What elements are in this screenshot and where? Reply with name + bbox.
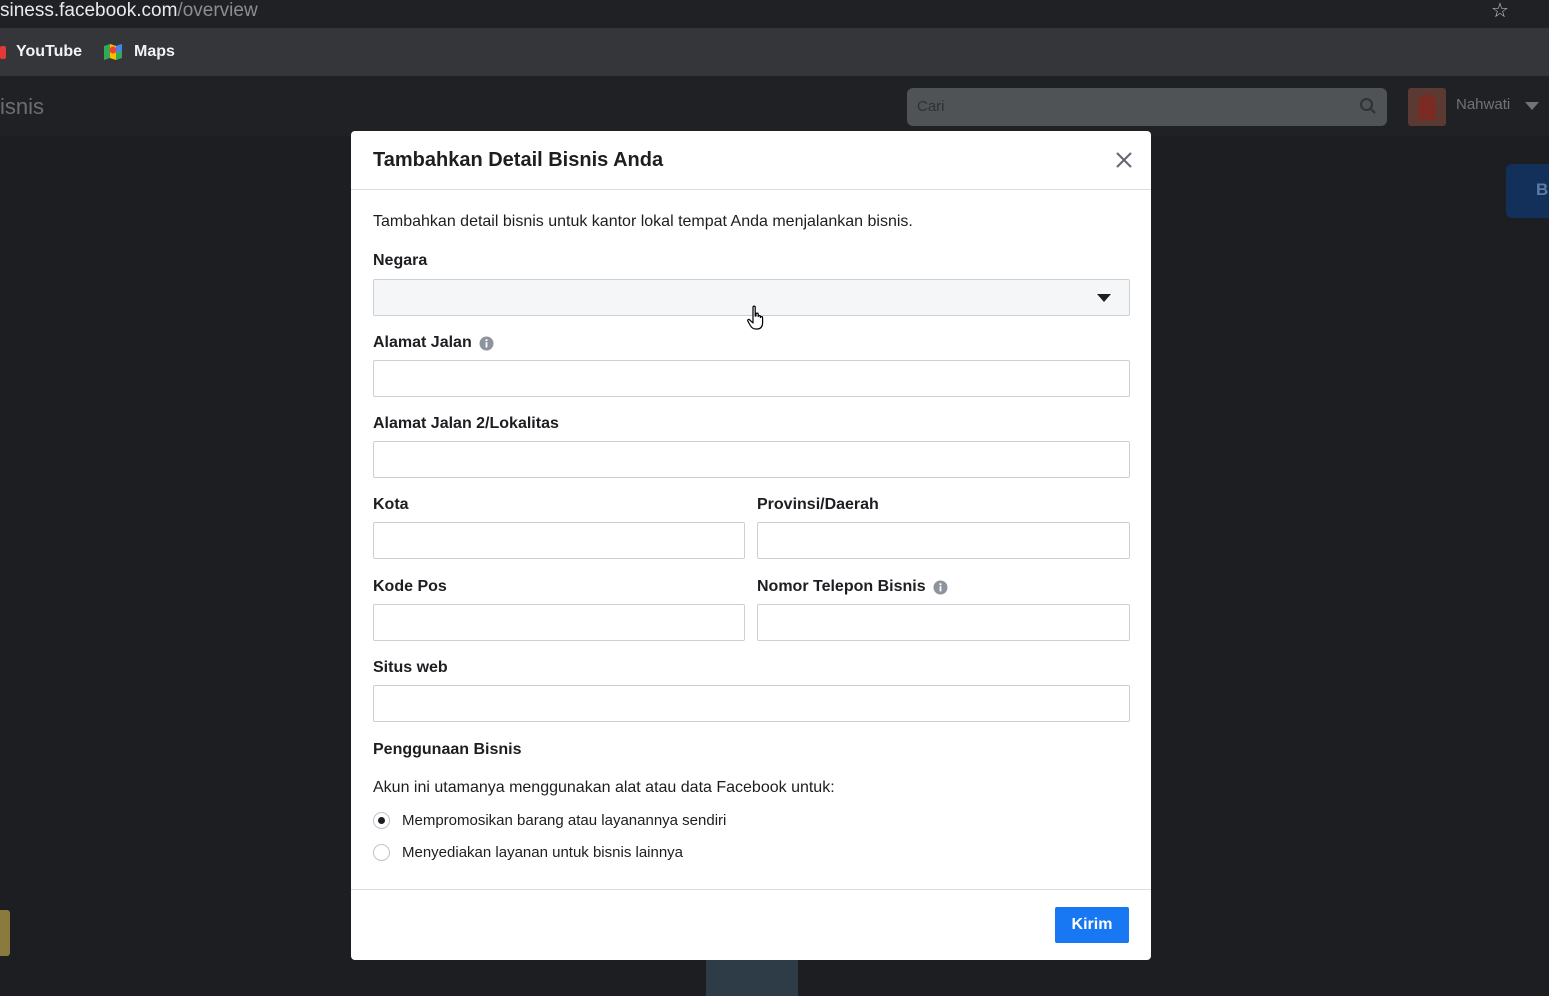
close-icon[interactable] xyxy=(1113,149,1135,171)
province-input[interactable] xyxy=(757,522,1130,559)
province-label: Provinsi/Daerah xyxy=(757,496,879,514)
radio-label: Mempromosikan barang atau layanannya sen… xyxy=(402,812,727,829)
usage-description: Akun ini utamanya menggunakan alat atau … xyxy=(373,779,835,796)
submit-button[interactable]: Kirim xyxy=(1055,907,1129,943)
street2-input[interactable] xyxy=(373,441,1130,478)
address-text[interactable]: siness.facebook.com/overview xyxy=(0,0,258,22)
usage-title: Penggunaan Bisnis xyxy=(373,741,521,759)
postal-label-text: Kode Pos xyxy=(373,578,447,595)
dialog-intro: Tambahkan detail bisnis untuk kantor lok… xyxy=(373,213,913,230)
dialog-header: Tambahkan Detail Bisnis Anda xyxy=(351,131,1151,190)
info-icon[interactable] xyxy=(933,580,948,595)
dialog-footer-divider xyxy=(351,889,1151,890)
postal-label: Kode Pos xyxy=(373,578,447,596)
radio-button-checked[interactable] xyxy=(373,812,390,829)
bookmark-youtube[interactable]: YouTube xyxy=(0,42,82,62)
search-placeholder: Cari xyxy=(917,98,945,115)
usage-option-own-products[interactable]: Mempromosikan barang atau layanannya sen… xyxy=(373,812,726,829)
chevron-down-icon[interactable] xyxy=(1525,102,1539,110)
street2-label: Alamat Jalan 2/Lokalitas xyxy=(373,415,559,433)
maps-icon xyxy=(103,43,123,61)
search-input[interactable]: Cari xyxy=(907,88,1387,126)
hand-cursor-icon xyxy=(747,305,764,330)
bookmark-star-icon[interactable]: ☆ xyxy=(1488,0,1512,22)
province-label-text: Provinsi/Daerah xyxy=(757,496,879,513)
avatar[interactable] xyxy=(1408,88,1446,126)
youtube-icon xyxy=(0,45,6,59)
url-host: siness.facebook.com xyxy=(0,0,178,21)
page-title: isnis xyxy=(0,94,45,119)
browser-url-bar[interactable]: siness.facebook.com/overview ☆ xyxy=(0,0,1549,28)
website-label: Situs web xyxy=(373,659,448,677)
background-action-button[interactable]: B xyxy=(1506,164,1549,218)
search-icon xyxy=(1360,98,1376,114)
website-label-text: Situs web xyxy=(373,659,448,676)
country-label-text: Negara xyxy=(373,252,428,269)
city-label: Kota xyxy=(373,496,409,514)
street-label-text: Alamat Jalan xyxy=(373,334,472,351)
country-label: Negara xyxy=(373,252,427,270)
street-input[interactable] xyxy=(373,360,1130,397)
phone-input[interactable] xyxy=(757,604,1130,641)
street2-label-text: Alamat Jalan 2/Lokalitas xyxy=(373,415,559,432)
city-label-text: Kota xyxy=(373,496,409,513)
dialog-title: Tambahkan Detail Bisnis Anda xyxy=(373,149,664,171)
phone-label: Nomor Telepon Bisnis xyxy=(757,578,948,596)
city-input[interactable] xyxy=(373,522,745,559)
phone-label-text: Nomor Telepon Bisnis xyxy=(757,578,926,595)
url-path: /overview xyxy=(177,0,258,21)
radio-label: Menyediakan layanan untuk bisnis lainnya xyxy=(402,844,684,861)
caret-down-icon xyxy=(1097,294,1111,302)
street-label: Alamat Jalan xyxy=(373,334,494,352)
website-input[interactable] xyxy=(373,685,1130,722)
bookmark-label: YouTube xyxy=(16,43,83,60)
background-tab xyxy=(706,960,798,996)
bookmarks-bar: YouTube Maps xyxy=(0,28,1549,76)
usage-option-other-businesses[interactable]: Menyediakan layanan untuk bisnis lainnya xyxy=(373,844,683,861)
user-name[interactable]: Nahwati xyxy=(1456,96,1510,113)
info-icon[interactable] xyxy=(479,336,494,351)
postal-input[interactable] xyxy=(373,604,745,641)
bookmark-maps[interactable]: Maps xyxy=(103,42,175,62)
radio-button[interactable] xyxy=(373,844,390,861)
usage-title-text: Penggunaan Bisnis xyxy=(373,741,522,758)
side-decoration xyxy=(0,910,10,956)
bookmark-label: Maps xyxy=(134,43,175,60)
business-details-dialog: Tambahkan Detail Bisnis Anda Tambahkan d… xyxy=(351,131,1151,960)
